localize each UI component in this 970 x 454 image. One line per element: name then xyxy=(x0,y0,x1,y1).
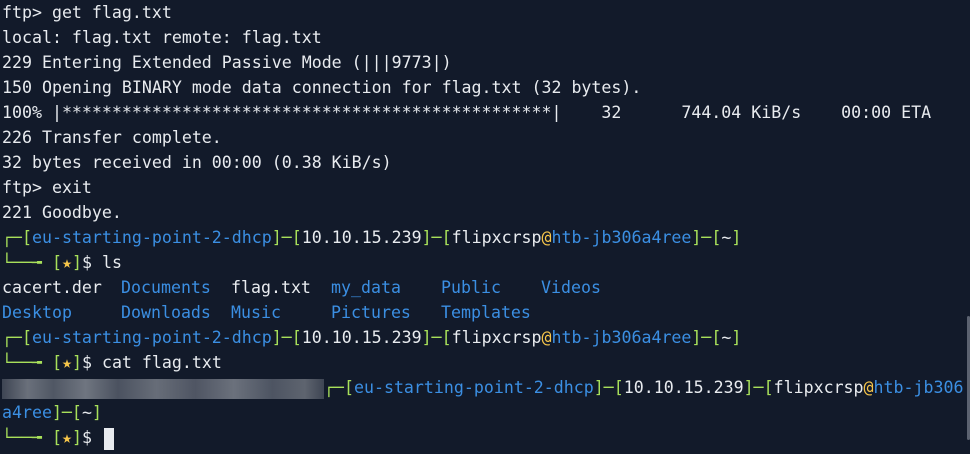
list-item: Desktop xyxy=(2,303,72,322)
prompt-line-top: ┌─[eu-starting-point-2-dhcp]─[10.10.15.2… xyxy=(2,228,742,247)
prompt-host: eu-starting-point-2-dhcp xyxy=(31,328,272,347)
prompt-user: flipxcrsp xyxy=(773,378,864,397)
prompt-line-bottom: └──╼ [★]$ cat flag.txt xyxy=(2,353,222,372)
terminal-window[interactable]: ftp> get flag.txt local: flag.txt remote… xyxy=(0,0,970,454)
prompt-line-top: ┌─[eu-starting-point-2-dhcp]─[10.10.15.2… xyxy=(2,328,742,347)
list-item: Templates xyxy=(441,303,531,322)
ftp-output-goodbye: 221 Goodbye. xyxy=(2,203,122,222)
list-item: my_data xyxy=(331,278,401,297)
ftp-output-passive: 229 Entering Extended Passive Mode (|||9… xyxy=(2,53,452,72)
ftp-progress-line: 100% |**********************************… xyxy=(2,103,932,122)
redacted-flag-output xyxy=(2,378,324,399)
prompt-machine-part2: a4ree xyxy=(2,403,52,422)
prompt-user: flipxcrsp xyxy=(451,228,542,247)
prompt-ip: 10.10.15.239 xyxy=(301,328,422,347)
prompt-dollar: $ xyxy=(81,253,92,272)
command-ls: ls xyxy=(101,253,122,272)
prompt-at: @ xyxy=(541,328,552,347)
command-cat: cat flag.txt xyxy=(101,353,222,372)
prompt-at: @ xyxy=(541,228,552,247)
prompt-machine: htb-jb306a4ree xyxy=(551,328,692,347)
prompt-ip: 10.10.15.239 xyxy=(301,228,422,247)
star-icon: ★ xyxy=(61,428,72,447)
prompt-cwd: ~ xyxy=(721,228,732,247)
list-item: Documents xyxy=(121,278,211,297)
ftp-command-get: ftp> get flag.txt xyxy=(2,3,172,22)
ftp-output-received: 32 bytes received in 00:00 (0.38 KiB/s) xyxy=(2,153,392,172)
prompt-machine-part1: htb-jb306 xyxy=(873,378,964,397)
list-item: Public xyxy=(441,278,501,297)
terminal-cursor[interactable] xyxy=(103,427,114,450)
prompt-at: @ xyxy=(863,378,874,397)
prompt-cwd: ~ xyxy=(81,403,92,422)
prompt-dollar: $ xyxy=(81,428,92,447)
list-item: flag.txt xyxy=(231,278,311,297)
list-item: Pictures xyxy=(331,303,411,322)
prompt-line-bottom: └──╼ [★]$ xyxy=(2,425,970,450)
list-item: Downloads xyxy=(121,303,211,322)
list-item: cacert.der xyxy=(2,278,102,297)
prompt-machine: htb-jb306a4ree xyxy=(551,228,692,247)
prompt-host: eu-starting-point-2-dhcp xyxy=(31,228,272,247)
prompt-host: eu-starting-point-2-dhcp xyxy=(353,378,594,397)
prompt-user: flipxcrsp xyxy=(451,328,542,347)
prompt-line-top-continued: a4ree]─[~] xyxy=(2,403,102,422)
ftp-output-opening: 150 Opening BINARY mode data connection … xyxy=(2,78,642,97)
list-item: Music xyxy=(231,303,281,322)
prompt-cwd: ~ xyxy=(721,328,732,347)
list-item: Videos xyxy=(541,278,601,297)
ftp-output-local: local: flag.txt remote: flag.txt xyxy=(2,28,322,47)
star-icon: ★ xyxy=(61,353,72,372)
prompt-line-top-wrapped: ┌─[eu-starting-point-2-dhcp]─[10.10.15.2… xyxy=(2,375,970,400)
star-icon: ★ xyxy=(61,253,72,272)
prompt-dollar: $ xyxy=(81,353,92,372)
ftp-output-complete: 226 Transfer complete. xyxy=(2,128,222,147)
ls-output: cacert.der Documents flag.txt my_data Pu… xyxy=(2,275,970,325)
ftp-command-exit: ftp> exit xyxy=(2,178,92,197)
prompt-line-bottom: └──╼ [★]$ ls xyxy=(2,253,122,272)
prompt-ip: 10.10.15.239 xyxy=(623,378,744,397)
